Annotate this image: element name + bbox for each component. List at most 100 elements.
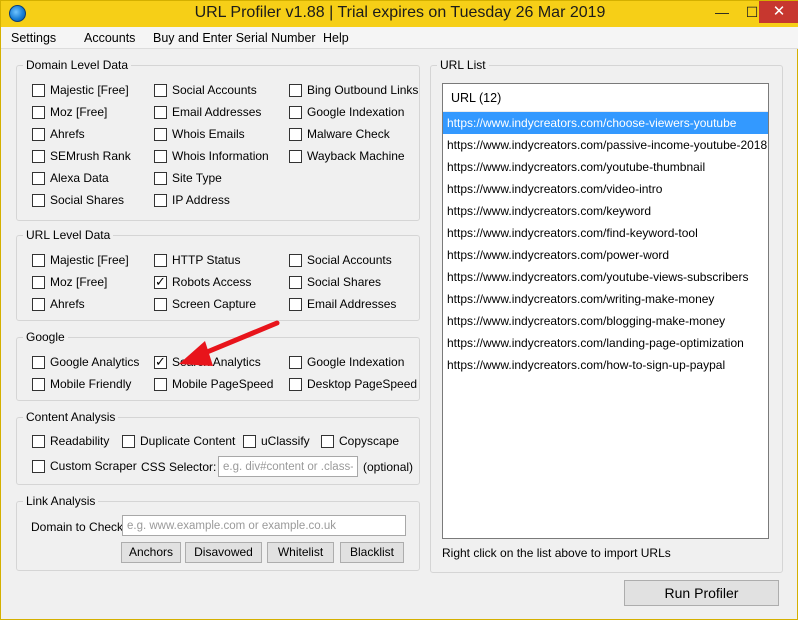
- checkbox-readability[interactable]: Readability: [32, 434, 109, 448]
- checkbox-robots-access[interactable]: Robots Access: [154, 274, 251, 290]
- checkbox-box[interactable]: [32, 105, 45, 119]
- title-bar[interactable]: URL Profiler v1.88 | Trial expires on Tu…: [1, 1, 798, 27]
- checkbox-box[interactable]: [289, 275, 302, 289]
- checkbox-social-accounts-url[interactable]: Social Accounts: [289, 253, 392, 267]
- checkbox-box[interactable]: [32, 355, 45, 369]
- checkbox-malware-check[interactable]: Malware Check: [289, 127, 390, 141]
- checkbox-box[interactable]: [32, 127, 45, 141]
- checkbox-box[interactable]: [32, 253, 45, 267]
- domain-to-check-input[interactable]: [122, 515, 406, 536]
- checkbox-label: Malware Check: [307, 127, 390, 141]
- anchors-button[interactable]: Anchors: [121, 542, 181, 563]
- checkbox-mobile-friendly[interactable]: Mobile Friendly: [32, 377, 131, 391]
- checkbox-box[interactable]: [154, 193, 167, 207]
- menu-buy-serial[interactable]: Buy and Enter Serial Number: [153, 31, 316, 45]
- close-button[interactable]: ✕: [759, 1, 798, 23]
- checkbox-majestic-url[interactable]: Majestic [Free]: [32, 253, 129, 267]
- checkbox-box[interactable]: [122, 434, 135, 448]
- url-row[interactable]: https://www.indycreators.com/passive-inc…: [443, 134, 768, 156]
- checkbox-desktop-pagespeed[interactable]: Desktop PageSpeed: [289, 377, 417, 391]
- checkbox-box[interactable]: [32, 83, 45, 97]
- checkbox-bing-outbound-links[interactable]: Bing Outbound Links: [289, 83, 418, 97]
- checkbox-ip-address[interactable]: IP Address: [154, 193, 230, 207]
- checkbox-box[interactable]: [321, 434, 334, 448]
- run-profiler-button[interactable]: Run Profiler: [624, 580, 779, 606]
- checkbox-box[interactable]: [289, 253, 302, 267]
- checkbox-whois-emails[interactable]: Whois Emails: [154, 127, 245, 141]
- checkbox-duplicate-content[interactable]: Duplicate Content: [122, 434, 235, 448]
- url-row[interactable]: https://www.indycreators.com/landing-pag…: [443, 332, 768, 354]
- url-row[interactable]: https://www.indycreators.com/video-intro: [443, 178, 768, 200]
- checkbox-box[interactable]: [154, 149, 167, 163]
- checkbox-label: Whois Emails: [172, 127, 245, 141]
- checkbox-moz-domain[interactable]: Moz [Free]: [32, 105, 107, 119]
- blacklist-button[interactable]: Blacklist: [340, 542, 404, 563]
- url-column-header[interactable]: URL (12): [443, 84, 768, 112]
- whitelist-button[interactable]: Whitelist: [267, 542, 334, 563]
- checkbox-box[interactable]: [154, 297, 167, 311]
- checkbox-email-addresses-domain[interactable]: Email Addresses: [154, 105, 261, 119]
- checkbox-screen-capture[interactable]: Screen Capture: [154, 297, 256, 311]
- checkbox-box[interactable]: [154, 105, 167, 119]
- url-row[interactable]: https://www.indycreators.com/how-to-sign…: [443, 354, 768, 376]
- disavowed-button[interactable]: Disavowed: [185, 542, 262, 563]
- window-title: URL Profiler v1.88 | Trial expires on Tu…: [194, 4, 606, 21]
- menu-settings[interactable]: Settings: [11, 31, 56, 45]
- url-row[interactable]: https://www.indycreators.com/writing-mak…: [443, 288, 768, 310]
- checkbox-box[interactable]: [289, 149, 302, 163]
- checkbox-box[interactable]: [154, 83, 167, 97]
- checkbox-google-indexation-google[interactable]: Google Indexation: [289, 355, 404, 369]
- checkbox-site-type[interactable]: Site Type: [154, 171, 222, 185]
- checkbox-uclassify[interactable]: uClassify: [243, 434, 310, 448]
- checkbox-box[interactable]: [32, 377, 45, 391]
- url-row-selected[interactable]: https://www.indycreators.com/choose-view…: [443, 112, 768, 134]
- url-row[interactable]: https://www.indycreators.com/find-keywor…: [443, 222, 768, 244]
- menu-accounts[interactable]: Accounts: [84, 31, 135, 45]
- url-row[interactable]: https://www.indycreators.com/youtube-thu…: [443, 156, 768, 178]
- checkbox-label: Email Addresses: [172, 105, 262, 119]
- checkbox-alexa-data[interactable]: Alexa Data: [32, 171, 109, 185]
- url-row[interactable]: https://www.indycreators.com/youtube-vie…: [443, 266, 768, 288]
- checkbox-whois-information[interactable]: Whois Information: [154, 149, 269, 163]
- url-row[interactable]: https://www.indycreators.com/power-word: [443, 244, 768, 266]
- checkbox-box[interactable]: [289, 297, 302, 311]
- checkbox-google-indexation-domain[interactable]: Google Indexation: [289, 105, 404, 119]
- checkbox-box[interactable]: [289, 83, 302, 97]
- checkbox-box[interactable]: [32, 275, 45, 289]
- checkbox-box[interactable]: [32, 434, 45, 448]
- menu-help[interactable]: Help: [323, 31, 349, 45]
- checkbox-ahrefs-domain[interactable]: Ahrefs: [32, 127, 85, 141]
- checkbox-box[interactable]: [32, 193, 45, 207]
- css-selector-input[interactable]: [218, 456, 358, 477]
- checkbox-ahrefs-url[interactable]: Ahrefs: [32, 297, 85, 311]
- checkbox-box[interactable]: [154, 171, 167, 185]
- checkbox-box[interactable]: [32, 297, 45, 311]
- checkbox-box[interactable]: [32, 171, 45, 185]
- checkbox-label: Mobile Friendly: [50, 377, 132, 391]
- checkbox-box[interactable]: [154, 253, 167, 267]
- checkbox-majestic-domain[interactable]: Majestic [Free]: [32, 83, 129, 97]
- minimize-button[interactable]: —: [707, 1, 737, 23]
- checkbox-box[interactable]: [243, 434, 256, 448]
- checkbox-email-addresses-url[interactable]: Email Addresses: [289, 297, 396, 311]
- url-row[interactable]: https://www.indycreators.com/keyword: [443, 200, 768, 222]
- checkbox-social-accounts-domain[interactable]: Social Accounts: [154, 83, 257, 97]
- checkbox-box-checked[interactable]: [154, 274, 167, 290]
- url-row[interactable]: https://www.indycreators.com/blogging-ma…: [443, 310, 768, 332]
- checkbox-custom-scraper[interactable]: Custom Scraper: [32, 459, 137, 473]
- url-listbox[interactable]: URL (12) https://www.indycreators.com/ch…: [442, 83, 769, 539]
- checkbox-social-shares-domain[interactable]: Social Shares: [32, 193, 124, 207]
- checkbox-semrush-rank[interactable]: SEMrush Rank: [32, 149, 131, 163]
- checkbox-box[interactable]: [289, 127, 302, 141]
- checkbox-box[interactable]: [154, 127, 167, 141]
- checkbox-http-status[interactable]: HTTP Status: [154, 253, 240, 267]
- checkbox-moz-url[interactable]: Moz [Free]: [32, 275, 107, 289]
- checkbox-label: Google Indexation: [307, 355, 405, 369]
- checkbox-wayback-machine[interactable]: Wayback Machine: [289, 149, 405, 163]
- checkbox-box[interactable]: [32, 149, 45, 163]
- checkbox-box[interactable]: [32, 459, 45, 473]
- checkbox-google-analytics[interactable]: Google Analytics: [32, 355, 139, 369]
- checkbox-box[interactable]: [289, 105, 302, 119]
- checkbox-copyscape[interactable]: Copyscape: [321, 434, 399, 448]
- checkbox-social-shares-url[interactable]: Social Shares: [289, 275, 381, 289]
